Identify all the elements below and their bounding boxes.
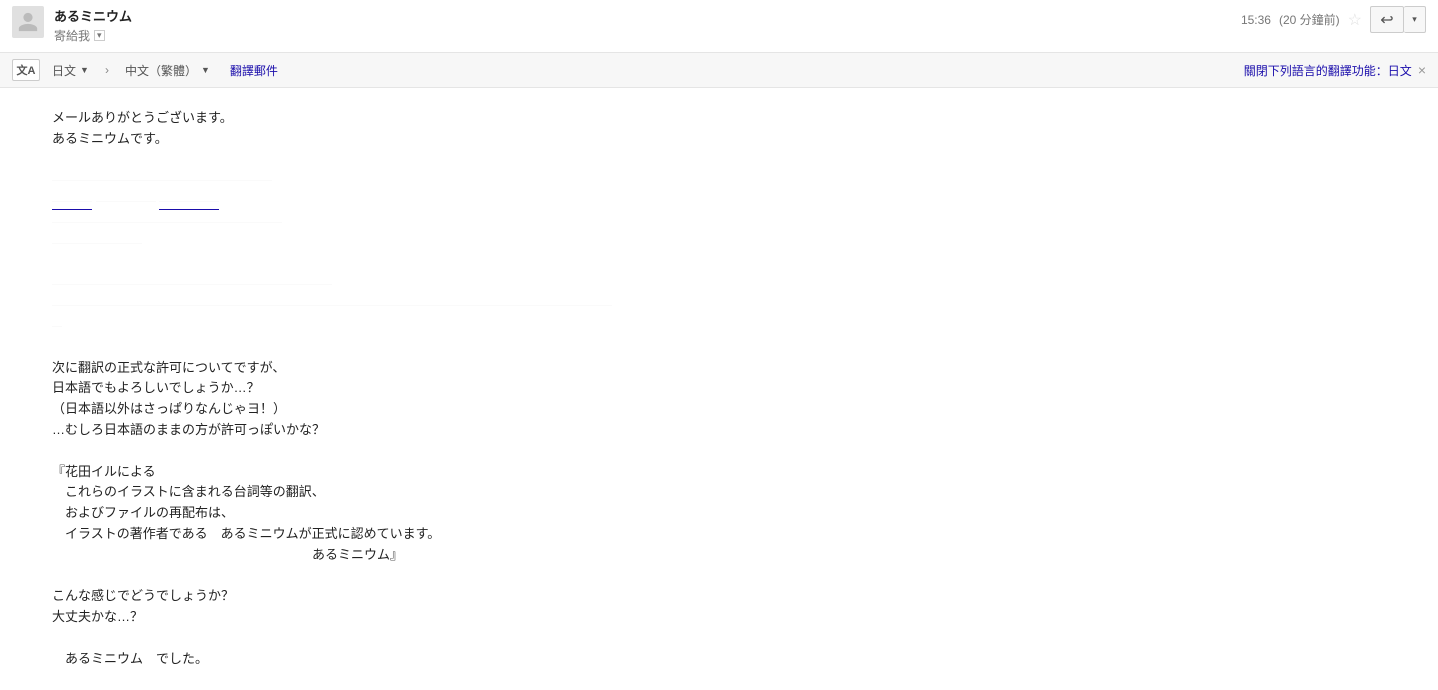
- body-line: イラストの著作者である あるミニウムが正式に認めています。: [52, 524, 1426, 545]
- recipient-line[interactable]: 寄給 我 ▾: [54, 27, 1241, 44]
- body-redacted: [52, 191, 1426, 212]
- body-line: 大丈夫かな…？: [52, 607, 1426, 628]
- disable-lang: 日文: [1388, 64, 1412, 78]
- body-line: …むしろ日本語のままの方が許可っぽいかな？: [52, 420, 1426, 441]
- header-right: 15:36 (20 分鐘前) ☆ ↩ ▾: [1241, 6, 1426, 33]
- chevron-down-icon: ▼: [80, 65, 89, 75]
- email-time-relative: (20 分鐘前): [1279, 11, 1340, 28]
- chevron-down-icon[interactable]: ▾: [94, 30, 105, 41]
- translate-message-link[interactable]: 翻譯郵件: [230, 62, 278, 79]
- body-redacted: [52, 274, 1426, 295]
- sender-name: あるミニウム: [54, 6, 1241, 25]
- more-actions-button[interactable]: ▾: [1404, 6, 1426, 33]
- close-icon[interactable]: ×: [1418, 62, 1426, 78]
- email-header: あるミニウム 寄給 我 ▾ 15:36 (20 分鐘前) ☆ ↩ ▾: [0, 0, 1438, 52]
- body-redacted: [52, 233, 1426, 254]
- chevron-down-icon: ▼: [201, 65, 210, 75]
- target-language-select[interactable]: 中文（繁體） ▼: [125, 62, 210, 79]
- body-line: 次に翻訳の正式な許可についてですが、: [52, 358, 1426, 379]
- body-line: およびファイルの再配布は、: [52, 503, 1426, 524]
- body-line: これらのイラストに含まれる台詞等の翻訳、: [52, 482, 1426, 503]
- translate-icon: 文A: [12, 59, 40, 81]
- disable-translation-link[interactable]: 關閉下列語言的翻譯功能：日文: [1244, 62, 1412, 79]
- arrow-right-icon: ›: [105, 63, 109, 77]
- translate-bar: 文A 日文 ▼ › 中文（繁體） ▼ 翻譯郵件 關閉下列語言的翻譯功能：日文 ×: [0, 52, 1438, 88]
- person-icon: [17, 11, 39, 33]
- body-redacted: [52, 295, 1426, 316]
- reply-button[interactable]: ↩: [1370, 6, 1404, 33]
- sender-block: あるミニウム 寄給 我 ▾: [54, 6, 1241, 44]
- body-line: あるミニウム』: [52, 545, 1426, 566]
- body-line: 日本語でもよろしいでしょうか…？: [52, 378, 1426, 399]
- email-body: メールありがとうございます。 あるミニウムです。 次に翻訳の正式な許可についてで…: [0, 88, 1438, 690]
- recipient-prefix: 寄給: [54, 27, 78, 44]
- chevron-down-icon: ▾: [1412, 14, 1417, 25]
- avatar: [12, 6, 44, 38]
- star-icon[interactable]: ☆: [1348, 10, 1362, 30]
- body-line: あるミニウムです。: [52, 129, 1426, 150]
- body-line: 『花田イルによる: [52, 462, 1426, 483]
- body-line: （日本語以外はさっぱりなんじゃヨ！）: [52, 399, 1426, 420]
- source-language-select[interactable]: 日文 ▼: [52, 62, 89, 79]
- body-redacted: [52, 316, 1426, 337]
- source-language-label: 日文: [52, 62, 76, 79]
- body-line: こんな感じでどうでしょうか？: [52, 586, 1426, 607]
- reply-icon: ↩: [1380, 10, 1393, 30]
- body-line: メールありがとうございます。: [52, 108, 1426, 129]
- body-redacted: [52, 170, 1426, 191]
- body-line: あるミニウム でした。: [52, 649, 1426, 670]
- disable-label-prefix: 關閉下列語言的翻譯功能：: [1244, 64, 1388, 78]
- email-time: 15:36: [1241, 13, 1271, 27]
- body-redacted: [52, 212, 1426, 233]
- recipient-me: 我: [78, 27, 90, 44]
- translate-icon-text: 文A: [17, 62, 36, 78]
- target-language-label: 中文（繁體）: [125, 62, 197, 79]
